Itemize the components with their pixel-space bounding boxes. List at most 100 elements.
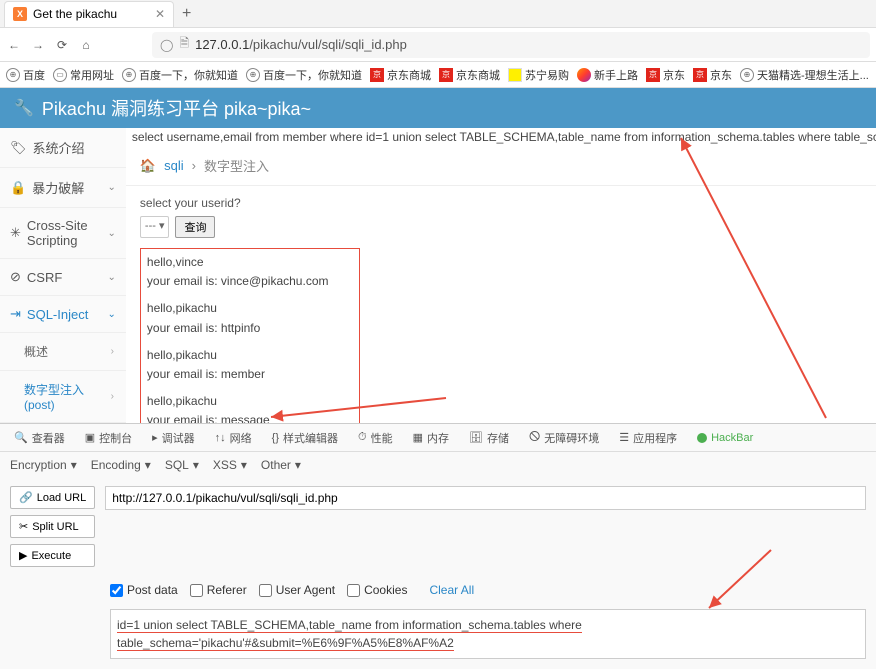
- bug-icon: ✳: [10, 225, 21, 241]
- jd-icon: 京: [646, 68, 660, 82]
- bookmark-item[interactable]: 京京东商城: [439, 67, 500, 83]
- home-icon[interactable]: ⌂: [78, 37, 94, 53]
- bookmark-item[interactable]: 新手上路: [577, 67, 638, 83]
- app-header: 🔧 Pikachu 漏洞练习平台 pika~pika~: [0, 88, 876, 128]
- forward-icon[interactable]: →: [30, 37, 46, 53]
- devtools-tab-app[interactable]: ☰应用程序: [611, 424, 685, 451]
- annotation-arrow-1: [126, 128, 876, 458]
- tab-favicon: X: [13, 7, 27, 21]
- bookmark-item[interactable]: 京京东: [646, 67, 685, 83]
- play-icon: ▶: [19, 549, 27, 562]
- devtools-tabs: 🔍查看器 ▣控制台 ▸调试器 ↑↓网络 {}样式编辑器 ⏱性能 ▦内存 🗄存储 …: [0, 424, 876, 452]
- network-icon: ↑↓: [215, 432, 226, 444]
- devtools-tab-style[interactable]: {}样式编辑器: [264, 424, 346, 451]
- globe-icon: ⊕: [6, 68, 20, 82]
- chevron-down-icon: ⌄: [108, 228, 116, 239]
- filter-sql[interactable]: SQL ▾: [165, 458, 199, 472]
- content-area: select username,email from member where …: [126, 128, 876, 458]
- close-tab-icon[interactable]: ✕: [155, 7, 165, 21]
- suning-icon: [508, 68, 522, 82]
- browser-tab-bar: X Get the pikachu ✕ +: [0, 0, 876, 28]
- globe-icon: ⊕: [246, 68, 260, 82]
- devtools-tab-memory[interactable]: ▦内存: [405, 424, 457, 451]
- chevron-down-icon: ⌄: [108, 272, 116, 283]
- database-icon: ⇥: [10, 306, 21, 322]
- annotation-arrow-2: [111, 550, 865, 630]
- hackbar-icon: [697, 433, 707, 443]
- bookmark-item[interactable]: ⊕百度: [6, 67, 45, 83]
- devtools-tab-inspector[interactable]: 🔍查看器: [6, 424, 73, 451]
- console-icon: ▣: [85, 431, 95, 444]
- link-icon: 🔗: [19, 491, 33, 504]
- devtools-tab-a11y[interactable]: 🛇无障碍环境: [521, 424, 607, 451]
- wrench-icon: 🔧: [14, 98, 34, 118]
- bookmarks-bar: ⊕百度 ▭常用网址 ⊕百度一下，你就知道 ⊕百度一下，你就知道 京京东商城 京京…: [0, 62, 876, 88]
- tab-title: Get the pikachu: [33, 7, 117, 21]
- jd-icon: 京: [439, 68, 453, 82]
- app-icon: ☰: [619, 431, 629, 444]
- filter-encoding[interactable]: Encoding ▾: [91, 458, 151, 472]
- new-tab-button[interactable]: +: [174, 5, 199, 23]
- load-url-button[interactable]: 🔗Load URL: [10, 486, 95, 509]
- url-input[interactable]: http://127.0.0.1/pikachu/vul/sqli/sqli_i…: [105, 486, 866, 510]
- bookmark-item[interactable]: ⊕天猫精选-理想生活上...: [740, 67, 869, 83]
- debugger-icon: ▸: [152, 431, 158, 444]
- style-icon: {}: [272, 432, 279, 444]
- tag-icon: 🏷: [10, 140, 27, 156]
- jd-icon: 京: [693, 68, 707, 82]
- split-url-button[interactable]: ✂Split URL: [10, 515, 95, 538]
- bookmark-item[interactable]: 苏宁易购: [508, 67, 569, 83]
- main-layout: 🏷系统介绍 🔒暴力破解⌄ ✳Cross-Site Scripting⌄ ⊘CSR…: [0, 128, 876, 458]
- sidebar: 🏷系统介绍 🔒暴力破解⌄ ✳Cross-Site Scripting⌄ ⊘CSR…: [0, 128, 126, 458]
- scissors-icon: ✂: [19, 520, 28, 533]
- app-title: Pikachu 漏洞练习平台 pika~pika~: [42, 95, 311, 121]
- lock-icon: 🔒: [10, 180, 26, 196]
- perf-icon: ⏱: [358, 431, 367, 444]
- bookmark-item[interactable]: 京京东: [693, 67, 732, 83]
- filter-other[interactable]: Other ▾: [261, 458, 301, 472]
- bookmark-item[interactable]: 京京东商城: [370, 67, 431, 83]
- bookmark-item[interactable]: ▭常用网址: [53, 67, 114, 83]
- execute-button[interactable]: ▶Execute: [10, 544, 95, 567]
- jd-icon: 京: [370, 68, 384, 82]
- ban-icon: ⊘: [10, 269, 21, 285]
- bookmark-item[interactable]: ⊕百度一下，你就知道: [246, 67, 362, 83]
- sidebar-item-system[interactable]: 🏷系统介绍: [0, 128, 126, 168]
- bookmark-item[interactable]: ⊕百度一下，你就知道: [122, 67, 238, 83]
- sidebar-sub-overview[interactable]: 概述›: [0, 333, 126, 371]
- devtools-tab-console[interactable]: ▣控制台: [77, 424, 140, 451]
- back-icon[interactable]: ←: [6, 37, 22, 53]
- hackbar-filters: Encryption ▾ Encoding ▾ SQL ▾ XSS ▾ Othe…: [0, 452, 876, 478]
- memory-icon: ▦: [413, 431, 423, 444]
- devtools-tab-storage[interactable]: 🗄存储: [461, 424, 517, 451]
- sidebar-item-bruteforce[interactable]: 🔒暴力破解⌄: [0, 168, 126, 208]
- globe-icon: ⊕: [740, 68, 754, 82]
- reload-icon[interactable]: ⟳: [54, 37, 70, 53]
- shield-icon: ◯: [160, 38, 173, 52]
- devtools-tab-hackbar[interactable]: HackBar: [689, 424, 761, 451]
- globe-icon: ⊕: [122, 68, 136, 82]
- sidebar-item-sql-inject[interactable]: ⇥SQL-Inject⌄: [0, 296, 126, 333]
- filter-encryption[interactable]: Encryption ▾: [10, 458, 77, 472]
- url-text: 127.0.0.1/pikachu/vul/sqli/sqli_id.php: [195, 37, 407, 52]
- sidebar-item-csrf[interactable]: ⊘CSRF⌄: [0, 259, 126, 296]
- info-icon: 🗎: [179, 34, 189, 55]
- chevron-right-icon: ›: [111, 391, 114, 402]
- devtools-tab-perf[interactable]: ⏱性能: [350, 424, 401, 451]
- firefox-icon: [577, 68, 591, 82]
- url-bar[interactable]: ◯ 🗎 127.0.0.1/pikachu/vul/sqli/sqli_id.p…: [152, 32, 870, 58]
- filter-xss[interactable]: XSS ▾: [213, 458, 247, 472]
- payload-input[interactable]: id=1 union select TABLE_SCHEMA,table_nam…: [110, 609, 866, 659]
- devtools-tab-debugger[interactable]: ▸调试器: [144, 424, 203, 451]
- chevron-down-icon: ⌄: [108, 309, 116, 320]
- browser-tab[interactable]: X Get the pikachu ✕: [4, 1, 174, 27]
- a11y-icon: 🛇: [529, 428, 540, 447]
- devtools-panel: 🔍查看器 ▣控制台 ▸调试器 ↑↓网络 {}样式编辑器 ⏱性能 ▦内存 🗄存储 …: [0, 423, 876, 669]
- browser-nav-bar: ← → ⟳ ⌂ ◯ 🗎 127.0.0.1/pikachu/vul/sqli/s…: [0, 28, 876, 62]
- devtools-tab-network[interactable]: ↑↓网络: [207, 424, 260, 451]
- inspector-icon: 🔍: [14, 431, 28, 444]
- folder-icon: ▭: [53, 68, 67, 82]
- chevron-right-icon: ›: [111, 346, 114, 357]
- sidebar-item-xss[interactable]: ✳Cross-Site Scripting⌄: [0, 208, 126, 259]
- sidebar-sub-numeric[interactable]: 数字型注入(post)›: [0, 371, 126, 423]
